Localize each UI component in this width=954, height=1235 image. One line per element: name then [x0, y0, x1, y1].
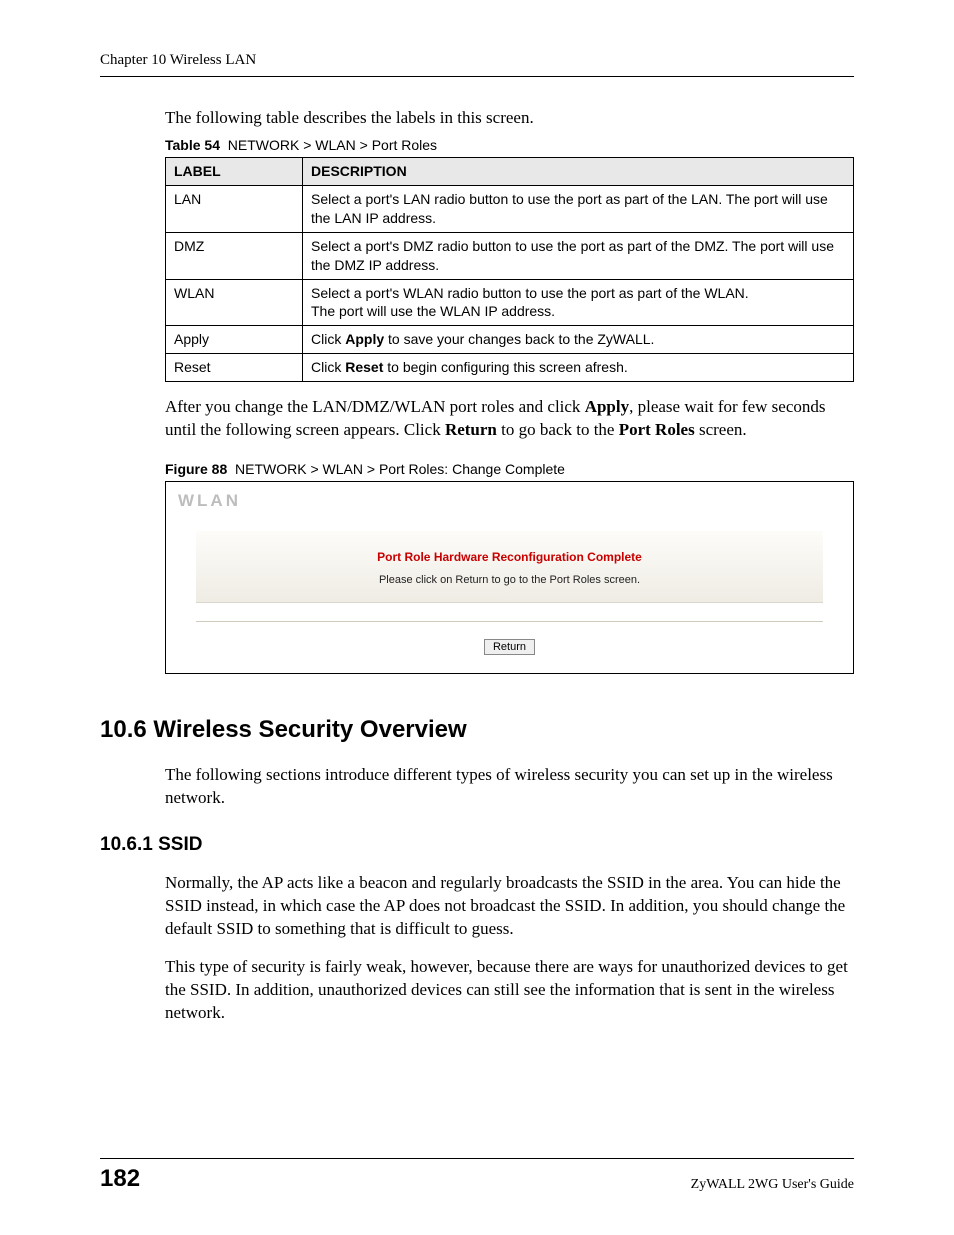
cell-desc: Select a port's DMZ radio button to use …	[303, 232, 854, 279]
text-run: screen.	[695, 420, 747, 439]
table-caption-text: NETWORK > WLAN > Port Roles	[228, 137, 437, 153]
text-bold: Apply	[585, 397, 629, 416]
subsection-heading-10-6-1: 10.6.1 SSID	[100, 832, 854, 858]
panel-title: WLAN	[166, 482, 853, 531]
cell-desc-bold: Reset	[345, 359, 383, 375]
panel-divider	[196, 621, 823, 622]
return-button[interactable]: Return	[484, 639, 535, 655]
status-panel: Port Role Hardware Reconfiguration Compl…	[196, 531, 823, 603]
cell-desc-line: Select a port's WLAN radio button to use…	[311, 285, 749, 301]
status-note: Please click on Return to go to the Port…	[206, 573, 813, 588]
cell-label: DMZ	[166, 232, 303, 279]
cell-desc: Click Apply to save your changes back to…	[303, 326, 854, 354]
header-rule	[100, 76, 854, 77]
page-number: 182	[100, 1163, 140, 1195]
text-bold: Port Roles	[619, 420, 695, 439]
table-row: Apply Click Apply to save your changes b…	[166, 326, 854, 354]
running-header: Chapter 10 Wireless LAN	[100, 50, 854, 70]
text-bold: Return	[445, 420, 497, 439]
cell-desc-line: The port will use the WLAN IP address.	[311, 303, 555, 319]
cell-label: Apply	[166, 326, 303, 354]
cell-desc-part: Click	[311, 331, 345, 347]
cell-desc: Select a port's LAN radio button to use …	[303, 185, 854, 232]
table-row: DMZ Select a port's DMZ radio button to …	[166, 232, 854, 279]
cell-desc-part: Click	[311, 359, 345, 375]
table-row: WLAN Select a port's WLAN radio button t…	[166, 279, 854, 326]
section-10-6-1-para2: This type of security is fairly weak, ho…	[165, 956, 854, 1025]
guide-name: ZyWALL 2WG User's Guide	[691, 1176, 854, 1195]
table-row: Reset Click Reset to begin configuring t…	[166, 354, 854, 382]
section-10-6-para: The following sections introduce differe…	[165, 764, 854, 810]
figure-screenshot: WLAN Port Role Hardware Reconfiguration …	[165, 481, 854, 674]
text-run: to go back to the	[497, 420, 619, 439]
figure-caption-text: NETWORK > WLAN > Port Roles: Change Comp…	[235, 461, 565, 477]
cell-label: Reset	[166, 354, 303, 382]
text-run: After you change the LAN/DMZ/WLAN port r…	[165, 397, 585, 416]
section-10-6-1-para1: Normally, the AP acts like a beacon and …	[165, 872, 854, 941]
table-caption-label: Table 54	[165, 137, 220, 153]
cell-desc-part: to save your changes back to the ZyWALL.	[384, 331, 654, 347]
figure-caption-label: Figure 88	[165, 461, 227, 477]
table-caption: Table 54 NETWORK > WLAN > Port Roles	[165, 136, 854, 155]
status-title: Port Role Hardware Reconfiguration Compl…	[206, 549, 813, 565]
cell-desc: Select a port's WLAN radio button to use…	[303, 279, 854, 326]
th-label: LABEL	[166, 158, 303, 186]
cell-label: LAN	[166, 185, 303, 232]
cell-desc-part: to begin configuring this screen afresh.	[383, 359, 627, 375]
port-roles-table: LABEL DESCRIPTION LAN Select a port's LA…	[165, 157, 854, 382]
cell-label: WLAN	[166, 279, 303, 326]
page-footer: 182 ZyWALL 2WG User's Guide	[100, 1158, 854, 1195]
table-row: LAN Select a port's LAN radio button to …	[166, 185, 854, 232]
cell-desc-bold: Apply	[345, 331, 384, 347]
cell-desc: Click Reset to begin configuring this sc…	[303, 354, 854, 382]
after-table-paragraph: After you change the LAN/DMZ/WLAN port r…	[165, 396, 854, 442]
figure-caption: Figure 88 NETWORK > WLAN > Port Roles: C…	[165, 460, 854, 479]
intro-text: The following table describes the labels…	[165, 107, 854, 130]
section-heading-10-6: 10.6 Wireless Security Overview	[100, 714, 854, 746]
th-description: DESCRIPTION	[303, 158, 854, 186]
